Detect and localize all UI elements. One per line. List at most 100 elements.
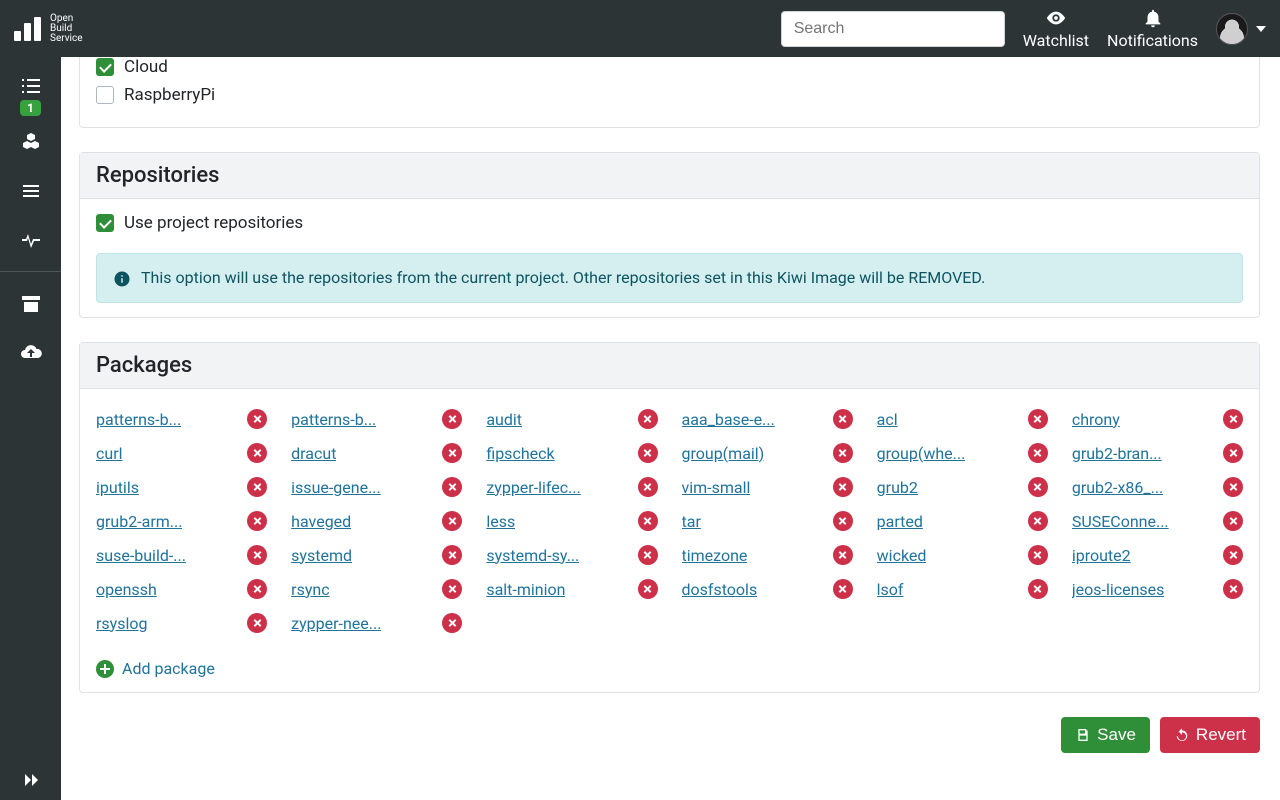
image-types-card: CloudRaspberryPi — [79, 57, 1260, 128]
package-link[interactable]: group(whe... — [877, 444, 966, 463]
remove-package-button[interactable] — [442, 477, 462, 497]
package-link[interactable]: rsyslog — [96, 614, 148, 633]
remove-package-button[interactable] — [247, 613, 267, 633]
package-link[interactable]: wicked — [877, 546, 927, 565]
brand-logo[interactable]: Open Build Service — [14, 14, 83, 44]
use-project-repositories-checkbox[interactable]: Use project repositories — [96, 213, 1243, 241]
remove-package-button[interactable] — [1223, 511, 1243, 531]
package-link[interactable]: timezone — [682, 546, 748, 565]
remove-package-button[interactable] — [247, 443, 267, 463]
remove-package-button[interactable] — [1223, 409, 1243, 429]
package-link[interactable]: grub2-bran... — [1072, 444, 1162, 463]
revert-button[interactable]: Revert — [1160, 717, 1260, 753]
package-link[interactable]: patterns-b... — [96, 410, 181, 429]
action-buttons: Save Revert — [79, 717, 1260, 753]
remove-package-button[interactable] — [638, 511, 658, 531]
remove-package-button[interactable] — [833, 409, 853, 429]
package-link[interactable]: zypper-lifec... — [486, 478, 580, 497]
remove-package-button[interactable] — [1223, 545, 1243, 565]
remove-package-button[interactable] — [638, 477, 658, 497]
remove-package-button[interactable] — [1028, 579, 1048, 599]
remove-package-button[interactable] — [442, 613, 462, 633]
remove-package-button[interactable] — [833, 579, 853, 599]
package-link[interactable]: curl — [96, 444, 123, 463]
package-link[interactable]: grub2-x86_... — [1072, 478, 1163, 497]
sidebar-item-archive[interactable] — [0, 280, 61, 328]
package-link[interactable]: acl — [877, 410, 898, 429]
remove-package-button[interactable] — [1028, 409, 1048, 429]
remove-package-button[interactable] — [638, 545, 658, 565]
package-link[interactable]: aaa_base-e... — [682, 410, 775, 429]
package-link[interactable]: group(mail) — [682, 444, 765, 463]
package-link[interactable]: SUSEConne... — [1072, 512, 1169, 531]
image-type-option[interactable]: RaspberryPi — [96, 85, 1243, 113]
package-link[interactable]: iproute2 — [1072, 546, 1131, 565]
remove-package-button[interactable] — [833, 443, 853, 463]
remove-package-button[interactable] — [247, 409, 267, 429]
remove-package-button[interactable] — [1028, 477, 1048, 497]
remove-package-button[interactable] — [1028, 545, 1048, 565]
package-link[interactable]: salt-minion — [486, 580, 565, 599]
remove-package-button[interactable] — [442, 511, 462, 531]
add-package-button[interactable]: Add package — [96, 659, 1243, 678]
remove-package-button[interactable] — [247, 477, 267, 497]
remove-package-button[interactable] — [442, 579, 462, 599]
remove-package-button[interactable] — [638, 579, 658, 599]
remove-package-button[interactable] — [442, 409, 462, 429]
package-link[interactable]: dracut — [291, 444, 336, 463]
package-link[interactable]: parted — [877, 512, 923, 531]
package-link[interactable]: dosfstools — [682, 580, 758, 599]
remove-package-button[interactable] — [442, 443, 462, 463]
package-link[interactable]: zypper-nee... — [291, 614, 381, 633]
avatar[interactable] — [1216, 13, 1248, 45]
package-link[interactable]: lsof — [877, 580, 904, 599]
package-link[interactable]: rsync — [291, 580, 329, 599]
remove-package-button[interactable] — [247, 511, 267, 531]
sidebar-expand-button[interactable] — [0, 760, 61, 800]
sidebar-item-list[interactable] — [0, 167, 61, 215]
package-link[interactable]: fipscheck — [486, 444, 554, 463]
package-link[interactable]: audit — [486, 410, 522, 429]
package-link[interactable]: jeos-licenses — [1072, 580, 1165, 599]
package-link[interactable]: systemd-sy... — [486, 546, 579, 565]
package-item: acl — [877, 409, 1048, 429]
package-link[interactable]: openssh — [96, 580, 157, 599]
remove-package-button[interactable] — [247, 579, 267, 599]
package-link[interactable]: systemd — [291, 546, 352, 565]
package-link[interactable]: vim-small — [682, 478, 751, 497]
heartbeat-icon — [19, 227, 43, 251]
remove-package-button[interactable] — [1223, 443, 1243, 463]
remove-package-button[interactable] — [1223, 579, 1243, 599]
remove-package-button[interactable] — [833, 545, 853, 565]
package-link[interactable]: issue-gene... — [291, 478, 381, 497]
search-input[interactable] — [781, 11, 1005, 47]
package-link[interactable]: haveged — [291, 512, 351, 531]
sidebar-item-packages[interactable] — [0, 119, 61, 167]
remove-package-button[interactable] — [1223, 477, 1243, 497]
package-link[interactable]: patterns-b... — [291, 410, 376, 429]
image-type-option[interactable]: Cloud — [96, 57, 1243, 85]
package-link[interactable]: tar — [682, 512, 701, 531]
package-link[interactable]: grub2-arm... — [96, 512, 182, 531]
save-button[interactable]: Save — [1061, 717, 1150, 753]
package-item: grub2-arm... — [96, 511, 267, 531]
watchlist-link[interactable]: Watchlist — [1023, 7, 1089, 50]
remove-package-button[interactable] — [833, 511, 853, 531]
notifications-link[interactable]: Notifications — [1107, 7, 1198, 50]
remove-package-button[interactable] — [1028, 443, 1048, 463]
sidebar-item-cloud-upload[interactable] — [0, 328, 61, 376]
remove-package-button[interactable] — [638, 409, 658, 429]
package-link[interactable]: suse-build-... — [96, 546, 186, 565]
sidebar-item-health[interactable] — [0, 215, 61, 263]
remove-package-button[interactable] — [833, 477, 853, 497]
package-link[interactable]: iputils — [96, 478, 139, 497]
sidebar-item-tasks[interactable]: 1 — [0, 71, 61, 119]
remove-package-button[interactable] — [1028, 511, 1048, 531]
package-link[interactable]: chrony — [1072, 410, 1120, 429]
package-link[interactable]: less — [486, 512, 515, 531]
remove-package-button[interactable] — [247, 545, 267, 565]
remove-package-button[interactable] — [638, 443, 658, 463]
remove-package-button[interactable] — [442, 545, 462, 565]
package-link[interactable]: grub2 — [877, 478, 918, 497]
user-menu-caret-icon[interactable] — [1256, 26, 1266, 32]
